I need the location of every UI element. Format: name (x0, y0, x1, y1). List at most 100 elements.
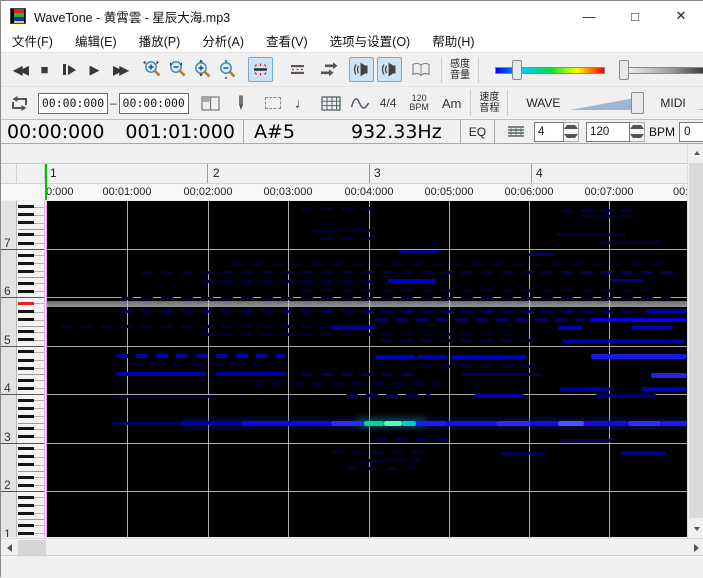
menu-item-4[interactable]: 查看(V) (255, 31, 319, 53)
black-key-A#1[interactable] (18, 496, 34, 499)
black-key-A#2[interactable] (18, 447, 34, 450)
help-book-button[interactable] (408, 57, 433, 82)
black-key-D#1[interactable] (18, 524, 34, 527)
rewind-button[interactable]: ◀◀ (7, 57, 32, 82)
zoom-in-vertical-button[interactable] (190, 57, 215, 82)
wave-audio-toggle[interactable] (349, 57, 374, 82)
beat-division-spinner[interactable] (534, 122, 579, 142)
measure-ruler[interactable]: 1234 (1, 164, 687, 183)
stop-button[interactable]: ■ (32, 57, 57, 82)
midi-volume-slider[interactable] (692, 91, 703, 115)
vertical-scrollbar-thumb[interactable] (689, 163, 703, 518)
play-pause-button[interactable] (57, 57, 82, 82)
eq-button[interactable]: EQ (469, 125, 486, 139)
sensitivity-slider[interactable] (495, 59, 605, 81)
tempo-input[interactable] (586, 122, 630, 142)
black-key-D#2[interactable] (18, 476, 34, 479)
mixer-panel-button[interactable] (198, 91, 223, 116)
black-key-G#5[interactable] (18, 310, 34, 313)
tempo-button[interactable]: 120 BPM (409, 94, 429, 112)
scroll-down-button[interactable] (688, 520, 703, 538)
black-key-C#3[interactable] (18, 435, 34, 438)
black-key-F#4[interactable] (18, 367, 34, 370)
close-button[interactable]: ✕ (658, 1, 703, 31)
piano-keyboard[interactable]: 7654321 (1, 201, 45, 537)
black-key-D#4[interactable] (18, 379, 34, 382)
shift-arrows-button[interactable] (316, 57, 341, 82)
scroll-left-button[interactable] (1, 539, 17, 556)
tempo-spinner[interactable] (586, 122, 645, 142)
selection-tool-button[interactable] (261, 91, 286, 116)
division-up-button[interactable] (564, 123, 578, 132)
menu-item-1[interactable]: 编辑(E) (64, 31, 128, 53)
waveform-view-button[interactable] (348, 91, 373, 116)
grid-view-button[interactable] (319, 91, 344, 116)
volume-slider[interactable] (619, 59, 703, 81)
minimize-button[interactable]: — (566, 1, 612, 31)
note-tool-button[interactable]: ♩ (290, 91, 315, 116)
maximize-button[interactable]: □ (612, 1, 658, 31)
black-key-D#7[interactable] (18, 233, 34, 236)
black-key-F#7[interactable] (18, 221, 34, 224)
selected-key-A#5[interactable] (18, 302, 34, 305)
menu-item-6[interactable]: 帮助(H) (421, 31, 485, 53)
black-key-C#5[interactable] (18, 338, 34, 341)
beat-division-input[interactable] (534, 122, 564, 142)
scroll-right-button[interactable] (688, 539, 703, 556)
wave-volume-slider[interactable] (566, 91, 644, 115)
tempo-up-button[interactable] (630, 123, 644, 132)
black-key-F#5[interactable] (18, 318, 34, 321)
timeline-ruler[interactable]: 1234 0:00000:01:00000:02:00000:03:00000:… (1, 144, 687, 201)
black-key-G#7[interactable] (18, 213, 34, 216)
black-key-G#4[interactable] (18, 359, 34, 362)
black-key-D#6[interactable] (18, 282, 34, 285)
time-ruler[interactable]: 0:00000:01:00000:02:00000:03:00000:04:00… (1, 183, 687, 200)
black-key-F#1[interactable] (18, 512, 34, 515)
black-key-A#6[interactable] (18, 254, 34, 257)
selection-start-input[interactable] (38, 93, 108, 114)
black-key-G#3[interactable] (18, 407, 34, 410)
black-key-A#3[interactable] (18, 399, 34, 402)
volume-slider-thumb[interactable] (619, 60, 629, 80)
black-key-C#6[interactable] (18, 290, 34, 293)
black-key-G#6[interactable] (18, 262, 34, 265)
spectrogram-canvas[interactable] (47, 201, 687, 537)
horizontal-scrollbar[interactable] (1, 538, 703, 555)
menu-item-2[interactable]: 播放(P) (128, 31, 192, 53)
black-key-A#4[interactable] (18, 350, 34, 353)
black-key-D#3[interactable] (18, 427, 34, 430)
wave-slider-thumb[interactable] (631, 92, 644, 114)
menu-item-0[interactable]: 文件(F) (1, 31, 64, 53)
black-key-C#1[interactable] (18, 532, 34, 535)
horizontal-scrollbar-thumb[interactable] (18, 540, 46, 555)
scroll-up-button[interactable] (688, 144, 703, 162)
black-key-D#5[interactable] (18, 330, 34, 333)
division-down-button[interactable] (564, 132, 578, 141)
pen-tool-button[interactable] (229, 91, 254, 116)
zoom-in-horizontal-button[interactable] (140, 57, 165, 82)
black-key-F#2[interactable] (18, 463, 34, 466)
peak-compress-toggle[interactable] (285, 57, 310, 82)
zoom-out-horizontal-button[interactable] (165, 57, 190, 82)
eq-rows-button[interactable] (505, 122, 527, 142)
black-key-C#7[interactable] (18, 242, 34, 245)
black-key-G#1[interactable] (18, 504, 34, 507)
selection-end-input[interactable] (119, 93, 189, 114)
play-button[interactable]: ▶ (82, 57, 107, 82)
menu-item-3[interactable]: 分析(A) (191, 31, 255, 53)
zoom-out-vertical-button[interactable] (215, 57, 240, 82)
key-button[interactable]: Am (442, 96, 462, 111)
midi-audio-toggle[interactable] (377, 57, 402, 82)
offset-input[interactable] (679, 122, 703, 142)
black-key-A#7[interactable] (18, 205, 34, 208)
black-key-F#6[interactable] (18, 270, 34, 273)
black-key-G#2[interactable] (18, 455, 34, 458)
time-signature-button[interactable]: 4/4 (380, 96, 397, 110)
fast-forward-button[interactable]: ▶▶ (107, 57, 132, 82)
peak-emphasis-toggle[interactable] (248, 57, 273, 82)
tempo-down-button[interactable] (630, 132, 644, 141)
black-key-C#4[interactable] (18, 387, 34, 390)
loop-button[interactable] (7, 91, 32, 116)
black-key-C#2[interactable] (18, 484, 34, 487)
menu-item-5[interactable]: 选项与设置(O) (319, 31, 422, 53)
